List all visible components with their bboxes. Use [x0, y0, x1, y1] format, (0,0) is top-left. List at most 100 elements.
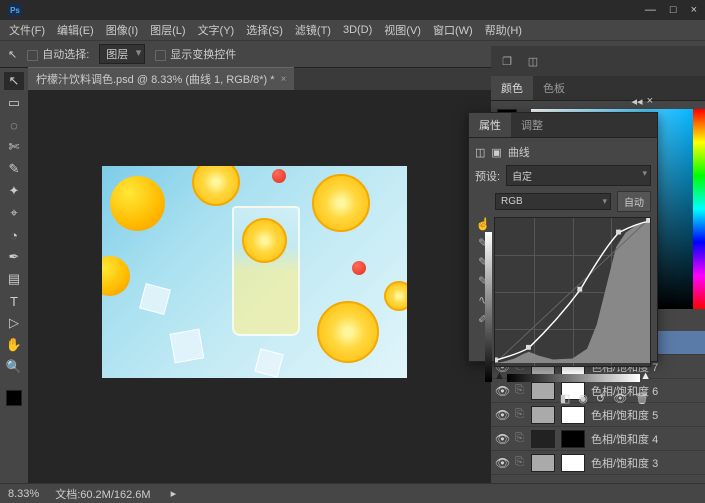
visibility-toggle-icon[interactable]: 👁	[495, 408, 509, 422]
app-icon: Ps	[8, 3, 22, 17]
orange-slice	[192, 166, 240, 206]
tools-panel: ↖ ▭ ◌ ✄ ✎ ✦ ⌖ ◔ ✒ ▤ T ▷ ✋ 🔍	[0, 68, 28, 503]
swatches-tab[interactable]: 色板	[533, 76, 575, 100]
doc-size[interactable]: 文档:60.2M/162.6M	[55, 486, 150, 502]
marquee-tool[interactable]: ▭	[4, 94, 24, 112]
libraries-icon[interactable]: ◫	[523, 51, 543, 71]
menu-type[interactable]: 文字(Y)	[193, 20, 240, 40]
ice-cube	[170, 328, 205, 363]
healing-tool[interactable]: ✦	[4, 182, 24, 200]
eyedropper-tool[interactable]: ✎	[4, 160, 24, 178]
menu-edit[interactable]: 编辑(E)	[52, 20, 99, 40]
curve-line[interactable]	[495, 218, 650, 363]
foreground-color[interactable]	[6, 390, 22, 406]
minimize-button[interactable]: —	[645, 4, 656, 16]
output-gradient	[485, 232, 492, 382]
stamp-tool[interactable]: ◔	[4, 226, 24, 244]
menu-3d[interactable]: 3D(D)	[338, 22, 377, 38]
menu-filter[interactable]: 滤镜(T)	[290, 20, 336, 40]
reset-icon[interactable]: ↺	[596, 392, 605, 405]
menu-layer[interactable]: 图层(L)	[145, 20, 190, 40]
menu-view[interactable]: 视图(V)	[379, 20, 426, 40]
visibility-toggle-icon[interactable]: 👁	[495, 456, 509, 470]
color-tab[interactable]: 颜色	[491, 76, 533, 100]
adjustment-thumb[interactable]	[531, 454, 555, 472]
menu-file[interactable]: 文件(F)	[4, 20, 50, 40]
link-icon[interactable]: ⎘	[515, 408, 525, 421]
layer-mask-thumb[interactable]	[561, 454, 585, 472]
title-bar: Ps — □ ×	[0, 0, 705, 20]
type-tool[interactable]: T	[4, 292, 24, 310]
panel-collapse-icon[interactable]: ◂◂	[632, 95, 643, 108]
orange-slice	[312, 174, 370, 232]
orange-object	[110, 176, 165, 231]
layer-row[interactable]: 👁 ⎘ 色相/饱和度 4	[491, 427, 705, 451]
auto-select-target[interactable]: 图层	[99, 44, 145, 64]
show-transform-checkbox[interactable]	[155, 50, 166, 61]
properties-tab[interactable]: 属性	[469, 113, 511, 137]
hue-slider[interactable]	[693, 109, 705, 309]
zoom-tool[interactable]: 🔍	[4, 358, 24, 376]
clip-to-layer-icon[interactable]: ◧	[560, 392, 570, 405]
layer-mask-thumb[interactable]	[561, 430, 585, 448]
on-image-tool-icon[interactable]: ☝	[475, 217, 491, 231]
link-icon[interactable]: ⎘	[515, 432, 525, 445]
white-slider[interactable]: ▲	[640, 370, 651, 382]
visibility-toggle-icon[interactable]: 👁	[495, 432, 509, 446]
auto-select-label: 自动选择:	[42, 49, 89, 61]
glass-object	[232, 206, 300, 336]
properties-panel[interactable]: ◂◂ × 属性 调整 ◫ ▣ 曲线 预设: 自定 RGB 自动 ☝ ✎ ✎ ✎ …	[468, 112, 658, 362]
orange-slice	[384, 281, 407, 311]
canvas-area[interactable]	[28, 90, 491, 483]
auto-select-checkbox[interactable]	[27, 50, 38, 61]
orange-slice	[242, 218, 287, 263]
menu-help[interactable]: 帮助(H)	[480, 20, 527, 40]
adjustment-type-label: 曲线	[508, 144, 530, 160]
history-icon[interactable]: ❐	[497, 51, 517, 71]
delete-adjustment-icon[interactable]: 🗑	[635, 392, 649, 405]
menu-window[interactable]: 窗口(W)	[428, 20, 478, 40]
layer-row[interactable]: 👁 ⎘ 色相/饱和度 3	[491, 451, 705, 475]
menu-bar: 文件(F) 编辑(E) 图像(I) 图层(L) 文字(Y) 选择(S) 滤镜(T…	[0, 20, 705, 40]
toggle-visibility-icon[interactable]: 👁	[613, 392, 627, 405]
black-slider[interactable]: ▲	[494, 370, 505, 382]
link-icon[interactable]: ⎘	[515, 456, 525, 469]
move-tool[interactable]: ↖	[4, 72, 24, 90]
document-canvas[interactable]	[102, 166, 407, 378]
adjustments-tab[interactable]: 调整	[511, 113, 553, 137]
orange-object	[102, 256, 130, 296]
zoom-level[interactable]: 8.33%	[8, 488, 39, 500]
close-tab-icon[interactable]: ×	[281, 74, 287, 85]
menu-image[interactable]: 图像(I)	[101, 20, 143, 40]
auto-button[interactable]: 自动	[617, 191, 651, 212]
close-button[interactable]: ×	[691, 4, 697, 16]
preset-label: 预设:	[475, 168, 500, 184]
document-tab[interactable]: 柠檬汁饮料调色.psd @ 8.33% (曲线 1, RGB/8*) * ×	[28, 67, 294, 90]
pen-tool[interactable]: ✒	[4, 248, 24, 266]
layer-name[interactable]: 色相/饱和度 4	[591, 431, 701, 447]
move-tool-icon[interactable]: ↖	[8, 48, 17, 61]
path-tool[interactable]: ▷	[4, 314, 24, 332]
layer-name[interactable]: 色相/饱和度 3	[591, 455, 701, 471]
mask-icon: ▣	[491, 146, 501, 159]
cherry-object	[272, 169, 286, 183]
crop-tool[interactable]: ✄	[4, 138, 24, 156]
gradient-tool[interactable]: ▤	[4, 270, 24, 288]
panel-close-icon[interactable]: ×	[647, 95, 653, 108]
channel-dropdown[interactable]: RGB	[495, 193, 611, 210]
maximize-button[interactable]: □	[670, 4, 677, 16]
ice-cube	[139, 283, 171, 315]
doc-info-arrow-icon[interactable]: ▸	[171, 487, 177, 500]
lasso-tool[interactable]: ◌	[4, 116, 24, 134]
ice-cube	[254, 348, 283, 377]
preset-dropdown[interactable]: 自定	[506, 165, 651, 186]
input-gradient[interactable]	[507, 374, 640, 382]
brush-tool[interactable]: ⌖	[4, 204, 24, 222]
menu-select[interactable]: 选择(S)	[241, 20, 288, 40]
curves-graph[interactable]	[494, 217, 651, 367]
hand-tool[interactable]: ✋	[4, 336, 24, 354]
adjustment-thumb[interactable]	[531, 430, 555, 448]
view-previous-icon[interactable]: ◉	[578, 392, 588, 405]
cherry-object	[352, 261, 366, 275]
curves-icon: ◫	[475, 146, 485, 159]
